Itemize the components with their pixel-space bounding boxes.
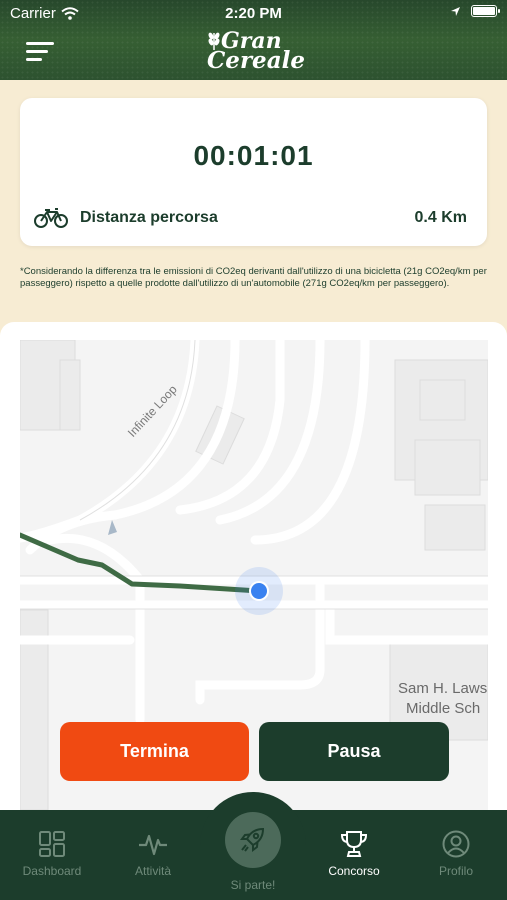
- poi-label: Middle Sch: [406, 700, 481, 717]
- pause-button[interactable]: Pausa: [259, 722, 449, 781]
- trophy-icon: [340, 831, 368, 857]
- start-button[interactable]: [225, 812, 281, 868]
- brand-logo: Gran Cereale: [205, 26, 305, 78]
- distance-row: Distanza percorsa 0.4 Km: [34, 206, 467, 230]
- menu-button[interactable]: [26, 40, 54, 64]
- tab-activity[interactable]: Attività: [108, 830, 198, 878]
- tab-label: Concorso: [328, 864, 380, 878]
- app-header: Carrier 2:20 PM Gran Cereale: [0, 0, 507, 80]
- tab-label: Attività: [134, 864, 171, 878]
- stop-button[interactable]: Termina: [60, 722, 249, 781]
- bicycle-icon: [34, 208, 68, 228]
- activity-icon: [139, 834, 167, 856]
- menu-line-icon: [26, 50, 48, 53]
- tab-profile[interactable]: Profilo: [411, 830, 501, 878]
- menu-line-icon: [26, 58, 42, 61]
- tab-contest[interactable]: Concorso: [309, 830, 399, 878]
- elapsed-time: 00:01:01: [193, 140, 314, 171]
- poi-label: Sam H. Laws: [398, 680, 488, 697]
- status-time: 2:20 PM: [225, 5, 282, 22]
- profile-icon: [442, 830, 470, 858]
- tab-dashboard[interactable]: Dashboard: [7, 830, 97, 878]
- tab-label: Profilo: [438, 864, 473, 878]
- tab-start-label: Si parte!: [230, 878, 276, 892]
- status-right: [450, 5, 500, 17]
- distance-value: 0.4 Km: [414, 209, 467, 226]
- menu-line-icon: [26, 42, 54, 45]
- battery-icon: [471, 5, 500, 17]
- distance-label: Distanza percorsa: [80, 209, 218, 226]
- rocket-icon: [240, 827, 265, 852]
- timer-card: 00:01:01 Distanza percorsa 0.4 Km: [20, 98, 487, 246]
- tab-label: Dashboard: [22, 864, 82, 878]
- brand-line2: Cereale: [207, 47, 305, 74]
- emissions-note: *Considerando la differenza tra le emiss…: [20, 266, 487, 289]
- dashboard-icon: [39, 831, 65, 857]
- location-arrow-icon: [451, 6, 460, 16]
- status-bar: Carrier 2:20 PM: [0, 0, 507, 26]
